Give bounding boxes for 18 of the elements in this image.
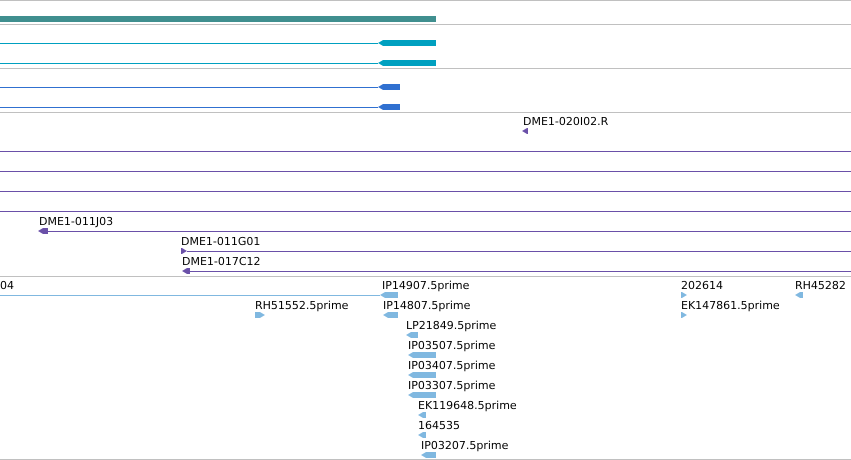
feature-label: EK147861.5prime [681, 299, 780, 312]
feature-label: RH45282 [795, 279, 846, 292]
feature-label: 202614 [681, 279, 723, 292]
feature-label: IP03407.5prime [408, 359, 496, 372]
feature-label: RH51552.5prime [255, 299, 348, 312]
feature-label: DME1-011J03 [39, 215, 114, 228]
feature-label: LP21849.5prime [406, 319, 496, 332]
feature-label: DME1-017C12 [182, 255, 261, 268]
feature-label: IP14807.5prime [383, 299, 470, 312]
feature-label: IP14907.5prime [382, 279, 470, 292]
feature-label: 04 [0, 279, 14, 292]
feature-label: IP03207.5prime [421, 439, 508, 452]
feature-label: 164535 [418, 419, 460, 432]
feature-label: DME1-011G01 [181, 235, 260, 248]
feature-label: IP03507.5prime [408, 339, 496, 352]
feature-label: IP03307.5prime [408, 379, 496, 392]
feature-label: EK119648.5prime [418, 399, 517, 412]
feature-label: DME1-020I02.R [523, 115, 608, 128]
